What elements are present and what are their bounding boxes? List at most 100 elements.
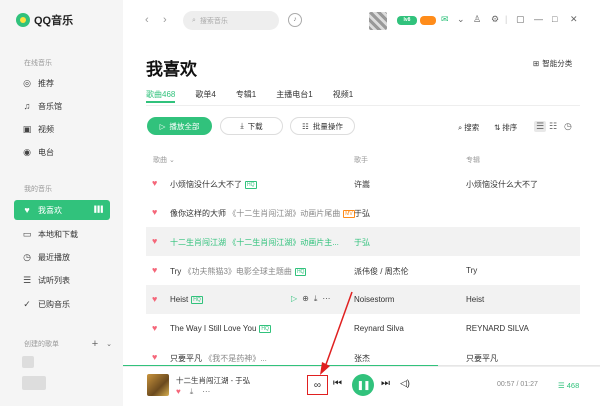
liked-heart-icon[interactable]: ♥ <box>152 207 157 217</box>
table-row[interactable]: ♥ The Way I Still Love You HQ Reynard Sil… <box>146 314 580 343</box>
volume-icon[interactable]: ◁) <box>400 378 410 389</box>
tab-radio[interactable]: 主播电台1 <box>276 89 312 100</box>
app-logo[interactable]: QQ音乐 <box>16 12 73 28</box>
download-button[interactable]: ⤓ 下载 <box>220 117 283 135</box>
vip-badge[interactable] <box>420 16 436 25</box>
history-icon[interactable]: ◷ <box>564 121 572 132</box>
maximize-icon[interactable]: □ <box>552 14 557 24</box>
sidebar-item-video[interactable]: ▣ 视频 <box>14 119 110 139</box>
sidebar-item-music-hall[interactable]: ♫ 音乐馆 <box>14 96 110 116</box>
settings-icon[interactable]: ⚙ <box>491 14 499 25</box>
tab-playlists[interactable]: 歌单4 <box>195 89 215 100</box>
chevron-down-icon[interactable]: ⌄ <box>457 14 465 25</box>
add-playlist-icon[interactable]: + <box>92 338 98 350</box>
liked-heart-icon[interactable]: ♥ <box>152 323 157 333</box>
liked-heart-icon[interactable]: ♥ <box>152 352 157 362</box>
liked-heart-icon[interactable]: ♥ <box>152 236 157 246</box>
table-row[interactable]: ♥ 只要平凡 《我不是药神》... 张杰 只要平凡 <box>146 343 580 365</box>
sidebar: QQ音乐 在线音乐 ◎ 推荐 ♫ 音乐馆 ▣ 视频 ◉ 电台 我的音乐 ♥ 我喜… <box>0 0 123 406</box>
table-row[interactable]: ♥ 十二生肖闯江湖 《十二生肖闯江湖》动画片主... 于弘 <box>146 227 580 256</box>
blurred-playlist-item[interactable] <box>22 356 34 368</box>
song-album[interactable]: 只要平凡 <box>466 353 498 364</box>
avatar[interactable] <box>369 12 387 30</box>
hq-badge: HQ <box>245 181 257 189</box>
tab-videos[interactable]: 视频1 <box>333 89 353 100</box>
skin-icon[interactable]: ♙ <box>473 14 481 25</box>
sidebar-item-radio[interactable]: ◉ 电台 <box>14 142 110 162</box>
level-badge[interactable]: lv8 <box>397 16 417 25</box>
pause-button[interactable]: ❚❚ <box>352 374 374 396</box>
list-view-icon[interactable]: ☰ <box>534 121 547 132</box>
album-cover[interactable] <box>147 374 169 396</box>
song-singer[interactable]: 张杰 <box>354 353 370 364</box>
minimize-icon[interactable]: — <box>534 14 543 24</box>
previous-track-icon[interactable]: ⏮ <box>333 378 342 389</box>
liked-heart-icon[interactable]: ♥ <box>176 387 181 397</box>
song-singer[interactable]: 于弘 <box>354 208 370 219</box>
qq-music-logo-icon <box>16 13 30 27</box>
song-singer[interactable]: 派伟俊 / 周杰伦 <box>354 266 409 277</box>
play-icon[interactable]: ▷ <box>291 294 297 304</box>
app-logo-text: QQ音乐 <box>34 15 74 27</box>
playlist-queue-button[interactable]: ☰ 468 <box>558 381 579 390</box>
liked-heart-icon[interactable]: ♥ <box>152 294 157 304</box>
mini-mode-icon[interactable]: ▢ <box>516 14 525 25</box>
batch-operation-button[interactable]: ☷ 批量操作 <box>290 117 355 135</box>
sidebar-item-recommend[interactable]: ◎ 推荐 <box>14 73 110 93</box>
play-all-button[interactable]: ▷ 播放全部 <box>147 117 212 135</box>
search-icon: ⌕ <box>192 16 196 24</box>
blurred-playlist-item[interactable] <box>22 376 46 390</box>
more-icon[interactable]: ⋯ <box>202 387 210 397</box>
smart-category-button[interactable]: ⊞ 智能分类 <box>533 58 572 69</box>
now-playing-title[interactable]: 十二生肖闯江湖 - 于弘 <box>176 375 250 386</box>
search-icon: ⌕ <box>458 122 463 132</box>
music-note-icon: ♫ <box>23 101 31 111</box>
more-icon[interactable]: ⋯ <box>322 294 330 304</box>
liked-heart-icon[interactable]: ♥ <box>152 265 157 275</box>
close-icon[interactable]: ✕ <box>570 14 578 25</box>
column-header-album[interactable]: 专辑 <box>466 155 480 165</box>
column-header-singer[interactable]: 歌手 <box>354 155 368 165</box>
batch-icon: ☷ <box>302 121 309 131</box>
table-row[interactable]: ♥ 小烦恼没什么大不了 HQ 许嵩 小烦恼没什么大不了 <box>146 169 580 198</box>
song-singer[interactable]: Noisestorm <box>354 295 394 304</box>
chevron-down-icon[interactable]: ⌄ <box>106 340 112 348</box>
song-singer[interactable]: 许嵩 <box>354 179 370 190</box>
sidebar-item-local-download[interactable]: ▭ 本地和下载 <box>14 224 110 244</box>
song-album[interactable]: Try <box>466 266 477 275</box>
table-row[interactable]: ♥ Try 《功夫熊猫3》电影全球主题曲 HQ 派伟俊 / 周杰伦 Try <box>146 256 580 285</box>
tab-songs[interactable]: 歌曲468 <box>146 89 176 103</box>
green-vip-icon[interactable]: ✉ <box>441 14 449 25</box>
voice-search-icon[interactable]: ♪ <box>288 13 302 27</box>
sidebar-item-purchased[interactable]: ✓ 已购音乐 <box>14 294 110 314</box>
hq-badge: HQ <box>191 296 203 304</box>
sidebar-item-label: 推荐 <box>38 78 54 88</box>
sidebar-item-my-likes[interactable]: ♥ 我喜欢 ▌▌▌ <box>14 200 110 220</box>
loop-mode-button[interactable]: ∞ <box>307 375 328 395</box>
sort-button[interactable]: ⇅ 排序 <box>494 122 517 133</box>
add-icon[interactable]: ⊕ <box>302 294 309 304</box>
tab-bar: 歌曲468 歌单4 专辑1 主播电台1 视频1 <box>146 89 373 103</box>
detail-view-icon[interactable]: ☷ <box>549 121 557 132</box>
song-album[interactable]: Heist <box>466 295 484 304</box>
table-row[interactable]: ♥ 像你这样的大师 《十二生肖闯江湖》动画片尾曲 MV 于弘 <box>146 198 580 227</box>
song-album[interactable]: 小烦恼没什么大不了 <box>466 179 538 190</box>
download-icon[interactable]: ⤓ <box>190 387 194 397</box>
liked-heart-icon[interactable]: ♥ <box>152 178 157 188</box>
column-header-song[interactable]: 歌曲 ⌄ <box>153 155 175 165</box>
next-track-icon[interactable]: ⏭ <box>381 378 390 389</box>
song-singer[interactable]: Reynard Silva <box>354 324 404 333</box>
tab-albums[interactable]: 专辑1 <box>236 89 256 100</box>
download-icon[interactable]: ⤓ <box>314 294 318 304</box>
list-search-button[interactable]: ⌕ 搜索 <box>458 122 479 133</box>
forward-arrow-icon[interactable]: › <box>163 14 167 26</box>
download-label: 下载 <box>247 121 263 131</box>
song-album[interactable]: REYNARD SILVA <box>466 324 529 333</box>
sidebar-item-trial-list[interactable]: ☰ 试听列表 <box>14 270 110 290</box>
video-icon: ▣ <box>22 123 32 134</box>
sidebar-item-recent[interactable]: ◷ 最近播放 <box>14 247 110 267</box>
search-input[interactable]: ⌕ 搜索音乐 <box>183 11 279 30</box>
table-row[interactable]: ♥ Heist HQ ▷ ⊕ ⤓ ⋯ Noisestorm Heist <box>146 285 580 314</box>
song-singer[interactable]: 于弘 <box>354 237 370 248</box>
back-arrow-icon[interactable]: ‹ <box>145 14 149 26</box>
